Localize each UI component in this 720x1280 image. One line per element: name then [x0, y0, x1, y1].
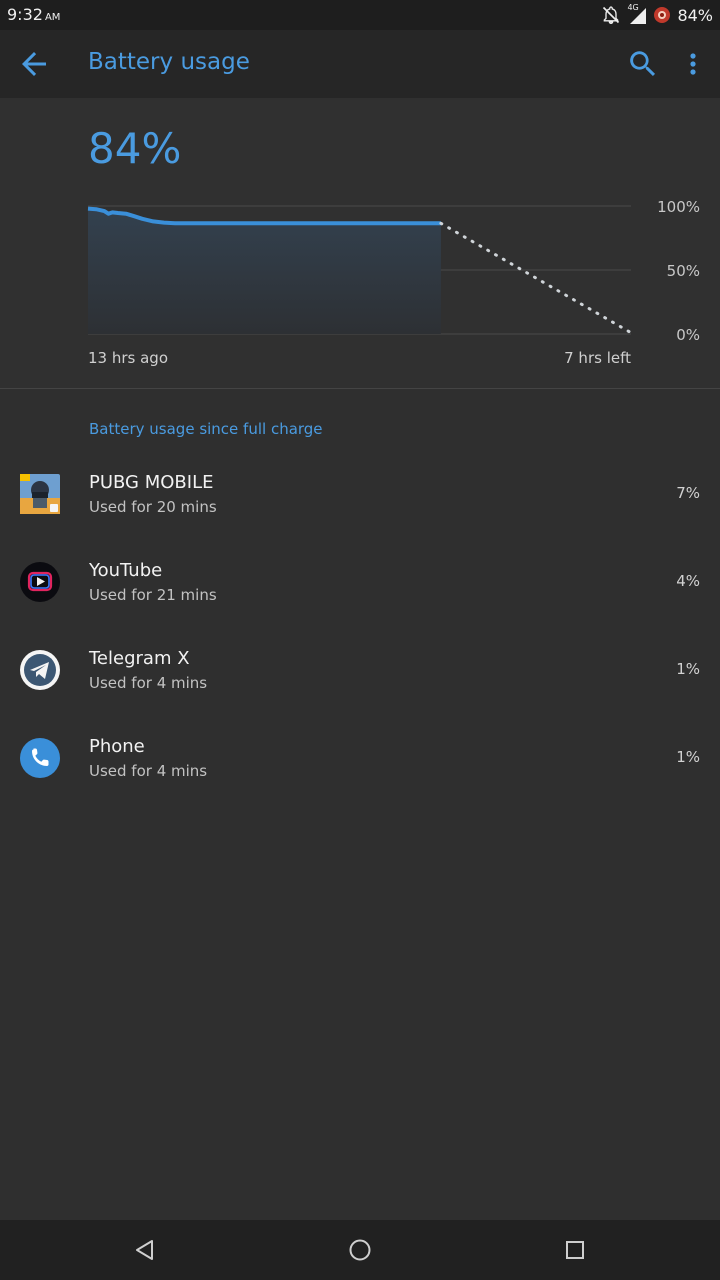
telegram-x-icon — [20, 650, 60, 690]
app-usage-percent: 4% — [676, 572, 700, 590]
signal-indicator: 4G — [627, 3, 647, 25]
app-usage-percent: 1% — [676, 748, 700, 766]
search-button[interactable] — [626, 47, 660, 81]
section-header: Battery usage since full charge — [89, 420, 323, 438]
app-usage-duration: Used for 21 mins — [89, 586, 217, 604]
status-icons: 4G 84% — [601, 3, 713, 26]
nav-home-button[interactable] — [345, 1235, 375, 1265]
chart-x-start-label: 13 hrs ago — [88, 349, 168, 367]
chart-area-fill — [88, 208, 441, 334]
back-button[interactable] — [16, 46, 52, 82]
nav-back-icon — [136, 1240, 153, 1260]
chart-y-ticks: 100% 50% 0% — [657, 198, 700, 344]
phone-icon — [20, 738, 60, 778]
battery-percent-text: 84% — [677, 5, 713, 25]
battery-chart: 100% 50% 0% 13 hrs ago 7 hrs left — [87, 198, 700, 367]
app-notification-icon — [654, 7, 671, 23]
app-usage-item[interactable]: YouTube Used for 21 mins 4% — [0, 546, 720, 634]
status-bar: 9:32 AM 4G 84% — [0, 0, 720, 30]
app-usage-duration: Used for 4 mins — [89, 674, 208, 692]
chart-y-tick-label: 0% — [676, 326, 700, 344]
app-bar: Battery usage — [0, 30, 720, 98]
pubg-mobile-icon — [20, 474, 60, 514]
chart-y-tick-label: 50% — [667, 262, 700, 280]
nav-recents-icon — [566, 1241, 584, 1259]
app-usage-item[interactable]: Telegram X Used for 4 mins 1% — [0, 634, 720, 722]
app-name: Phone — [89, 736, 145, 757]
page-title: Battery usage — [88, 49, 250, 75]
app-usage-percent: 7% — [676, 484, 700, 502]
navigation-bar — [0, 1220, 720, 1280]
arrow-back-icon — [22, 52, 46, 76]
app-name: YouTube — [89, 560, 163, 581]
app-usage-duration: Used for 4 mins — [89, 762, 208, 780]
more-vert-icon — [690, 53, 696, 75]
chart-x-end-label: 7 hrs left — [564, 349, 631, 367]
status-time: 9:32 AM — [7, 5, 60, 24]
status-clock: 9:32 — [7, 5, 43, 24]
notifications-off-icon — [603, 6, 620, 25]
nav-back-button[interactable] — [130, 1235, 160, 1265]
youtube-icon — [20, 562, 60, 602]
app-name: Telegram X — [89, 648, 190, 669]
search-icon — [630, 51, 656, 77]
app-usage-item[interactable]: PUBG MOBILE Used for 20 mins 7% — [0, 458, 720, 546]
chart-y-tick-label: 100% — [657, 198, 700, 216]
app-usage-percent: 1% — [676, 660, 700, 678]
chart-projection-line — [439, 221, 633, 335]
app-usage-item[interactable]: Phone Used for 4 mins 1% — [0, 722, 720, 810]
signal-icon — [630, 8, 647, 24]
nav-recents-button[interactable] — [560, 1235, 590, 1265]
app-name: PUBG MOBILE — [89, 472, 214, 493]
nav-home-icon — [349, 1239, 371, 1261]
status-ampm: AM — [44, 12, 61, 23]
app-usage-duration: Used for 20 mins — [89, 498, 217, 516]
more-options-button[interactable] — [680, 47, 706, 81]
